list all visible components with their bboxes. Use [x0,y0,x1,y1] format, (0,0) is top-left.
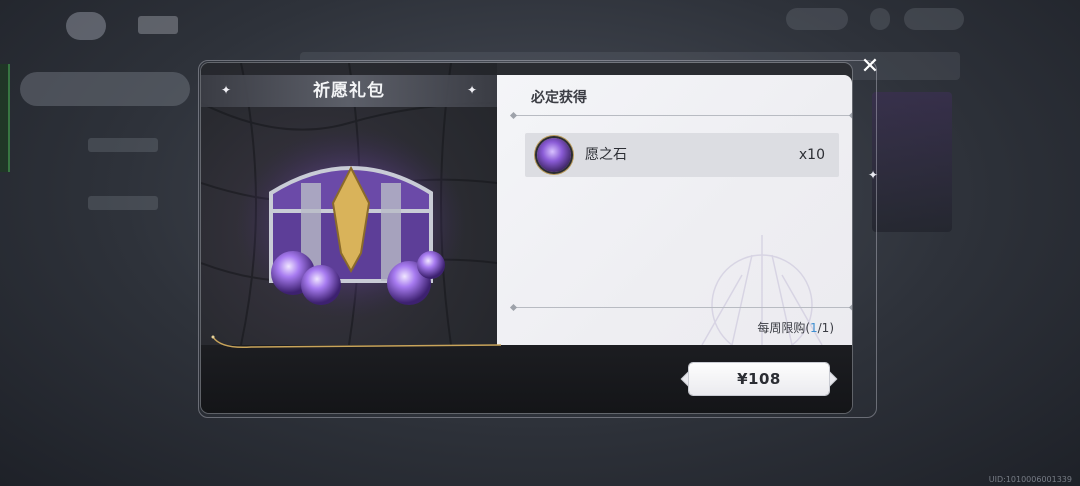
weekly-purchase-limit: 每周限购(1/1) [757,319,834,336]
rewards-panel: 必定获得 愿之石 x10 每周限购(1/1) [497,75,852,345]
background-currency [786,8,848,30]
sparkle-icon: ✦ [868,168,879,182]
reward-item-name: 愿之石 [585,147,627,163]
uid-label: UID:1010006001339 [988,475,1072,484]
background-side-tab [0,64,10,172]
treasure-chest-image [231,123,471,323]
background-card [872,92,952,232]
reward-item[interactable]: 愿之石 x10 [525,133,839,177]
guaranteed-rewards-heading: 必定获得 [531,90,587,106]
background-back-button [66,12,106,40]
gift-pack-dialog: ✦ 祈愿礼包 ✦ 必定获得 愿之石 x10 每周限购(1/1) ¥108 [201,63,852,413]
limit-label: 每周限购( [757,321,810,335]
price-label: ¥108 [737,370,781,388]
dialog-title-bar: ✦ 祈愿礼包 ✦ [201,75,497,107]
close-icon[interactable]: ✕ [856,53,884,81]
buy-price-button[interactable]: ¥108 [689,363,829,395]
background-menu-item [88,196,158,210]
background-currency [904,8,964,30]
dialog-title: 祈愿礼包 [313,81,385,101]
background-menu-item [20,72,190,106]
wish-stone-icon [537,138,571,172]
gold-accent-line [211,335,501,349]
background-menu-item [88,138,158,152]
background-chip [870,8,890,30]
divider [513,115,852,116]
limit-suffix: /1) [817,321,834,335]
divider [513,307,852,308]
reward-item-quantity: x10 [798,147,825,163]
treasure-chest-icon [236,128,466,318]
sparkle-icon: ✦ [467,83,478,97]
background-title [138,16,178,34]
limit-count: 1 [810,321,818,335]
